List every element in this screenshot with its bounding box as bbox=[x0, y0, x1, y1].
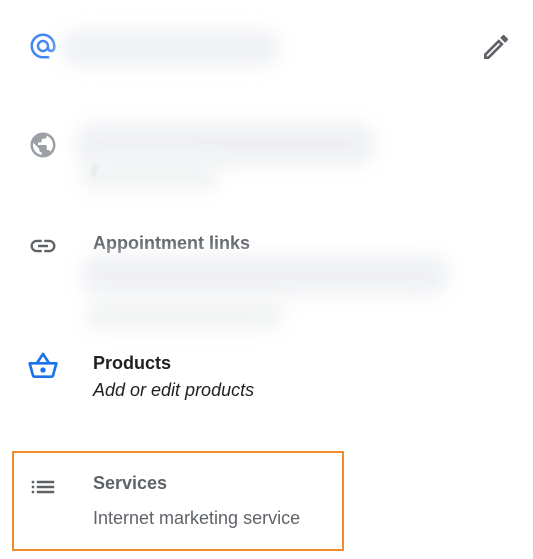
globe-icon bbox=[30, 132, 56, 158]
pencil-icon bbox=[484, 34, 509, 59]
list-icon bbox=[31, 480, 55, 494]
services-label: Services bbox=[93, 473, 168, 493]
redacted-email bbox=[60, 30, 280, 66]
link-icon bbox=[30, 239, 56, 253]
products-subtitle: Add or edit products bbox=[93, 380, 255, 400]
at-sign-icon bbox=[30, 33, 56, 59]
website-row[interactable]: / bbox=[0, 100, 533, 200]
email-row[interactable] bbox=[0, 0, 533, 100]
redacted-appointment-link-a bbox=[80, 255, 450, 295]
services-row[interactable]: Services Internet marketing service bbox=[0, 451, 533, 551]
basket-icon bbox=[28, 352, 58, 378]
business-info-panel: / Appointment links Products Add or edit… bbox=[0, 0, 533, 559]
redacted-appointment-link-b bbox=[85, 300, 285, 330]
appointment-links-row[interactable]: Appointment links bbox=[0, 200, 533, 340]
appointment-links-label: Appointment links bbox=[93, 233, 250, 253]
products-label: Products bbox=[93, 353, 172, 373]
website-path-char: / bbox=[92, 162, 97, 181]
edit-button[interactable] bbox=[480, 31, 512, 63]
products-row[interactable]: Products Add or edit products bbox=[0, 340, 533, 440]
services-subtitle: Internet marketing service bbox=[93, 508, 301, 528]
redacted-website-b bbox=[80, 160, 220, 190]
